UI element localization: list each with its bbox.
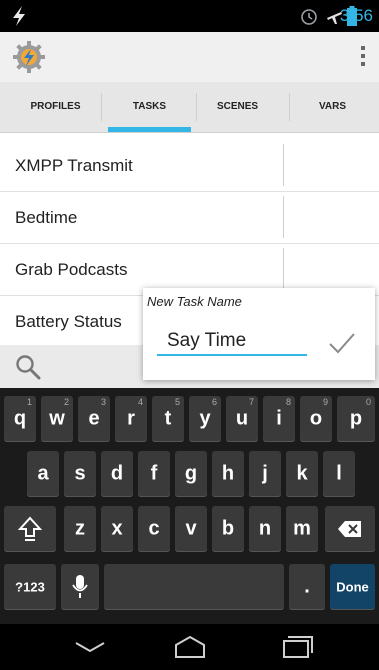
navigation-bar — [0, 624, 379, 670]
flash-icon — [13, 6, 25, 26]
key-a[interactable]: a — [27, 451, 59, 497]
clock: 3:56 — [339, 6, 373, 25]
key-i[interactable]: 8i — [263, 396, 295, 442]
tab-tasks[interactable]: TASKS — [102, 82, 197, 132]
key-j[interactable]: j — [249, 451, 281, 497]
voice-key[interactable] — [61, 564, 99, 610]
key-k[interactable]: k — [286, 451, 318, 497]
back-icon[interactable] — [72, 633, 108, 661]
key-v[interactable]: v — [175, 506, 207, 552]
task-name: XMPP Transmit — [15, 156, 133, 175]
backspace-key[interactable] — [325, 506, 375, 552]
recent-apps-icon[interactable] — [280, 633, 316, 661]
list-item[interactable]: XMPP Transmit — [0, 139, 379, 192]
key-r[interactable]: 4r — [115, 396, 147, 442]
symbols-key[interactable]: ?123 — [4, 564, 56, 610]
key-c[interactable]: c — [138, 506, 170, 552]
home-icon[interactable] — [172, 633, 208, 661]
task-name: Bedtime — [15, 208, 78, 227]
status-bar: 3:56 — [0, 0, 379, 32]
shift-key[interactable] — [4, 506, 56, 552]
alarm-icon — [301, 9, 317, 25]
backspace-icon — [338, 521, 361, 537]
list-item[interactable]: Bedtime — [0, 191, 379, 244]
tab-profiles[interactable]: PROFILES — [8, 82, 103, 132]
microphone-icon — [72, 575, 88, 598]
key-b[interactable]: b — [212, 506, 244, 552]
divider — [283, 144, 284, 186]
soft-keyboard: 1q 2w 3e 4r 5t 6y 7u 8i 9o 0p a s d f g … — [0, 388, 379, 624]
tab-bar: PROFILES TASKS SCENES VARS — [0, 82, 379, 133]
key-g[interactable]: g — [175, 451, 207, 497]
dialog-title: New Task Name — [147, 294, 242, 309]
shift-icon — [18, 516, 42, 541]
key-f[interactable]: f — [138, 451, 170, 497]
task-name-input[interactable] — [157, 328, 307, 354]
tab-scenes[interactable]: SCENES — [190, 82, 285, 132]
key-e[interactable]: 3e — [78, 396, 110, 442]
key-t[interactable]: 5t — [152, 396, 184, 442]
key-m[interactable]: m — [286, 506, 318, 552]
tasker-logo-icon[interactable] — [12, 40, 46, 74]
divider — [283, 248, 284, 290]
checkmark-icon[interactable] — [327, 328, 357, 358]
overflow-menu-icon[interactable] — [360, 46, 366, 68]
key-w[interactable]: 2w — [41, 396, 73, 442]
search-icon[interactable] — [14, 353, 42, 381]
key-l[interactable]: l — [323, 451, 355, 497]
new-task-dialog: New Task Name — [143, 288, 375, 380]
key-x[interactable]: x — [101, 506, 133, 552]
task-name: Grab Podcasts — [15, 260, 128, 279]
key-u[interactable]: 7u — [226, 396, 258, 442]
period-key[interactable]: . — [289, 564, 325, 610]
divider — [283, 196, 284, 238]
task-name-field — [157, 328, 307, 356]
key-o[interactable]: 9o — [300, 396, 332, 442]
key-y[interactable]: 6y — [189, 396, 221, 442]
key-q[interactable]: 1q — [4, 396, 36, 442]
key-d[interactable]: d — [101, 451, 133, 497]
key-h[interactable]: h — [212, 451, 244, 497]
done-key[interactable]: Done — [330, 564, 375, 610]
key-s[interactable]: s — [64, 451, 96, 497]
active-tab-indicator — [108, 127, 191, 132]
key-n[interactable]: n — [249, 506, 281, 552]
key-z[interactable]: z — [64, 506, 96, 552]
spacebar[interactable] — [104, 564, 284, 610]
tab-vars[interactable]: VARS — [290, 82, 375, 132]
task-name: Battery Status — [15, 312, 122, 331]
key-p[interactable]: 0p — [337, 396, 375, 442]
action-bar — [0, 32, 379, 82]
